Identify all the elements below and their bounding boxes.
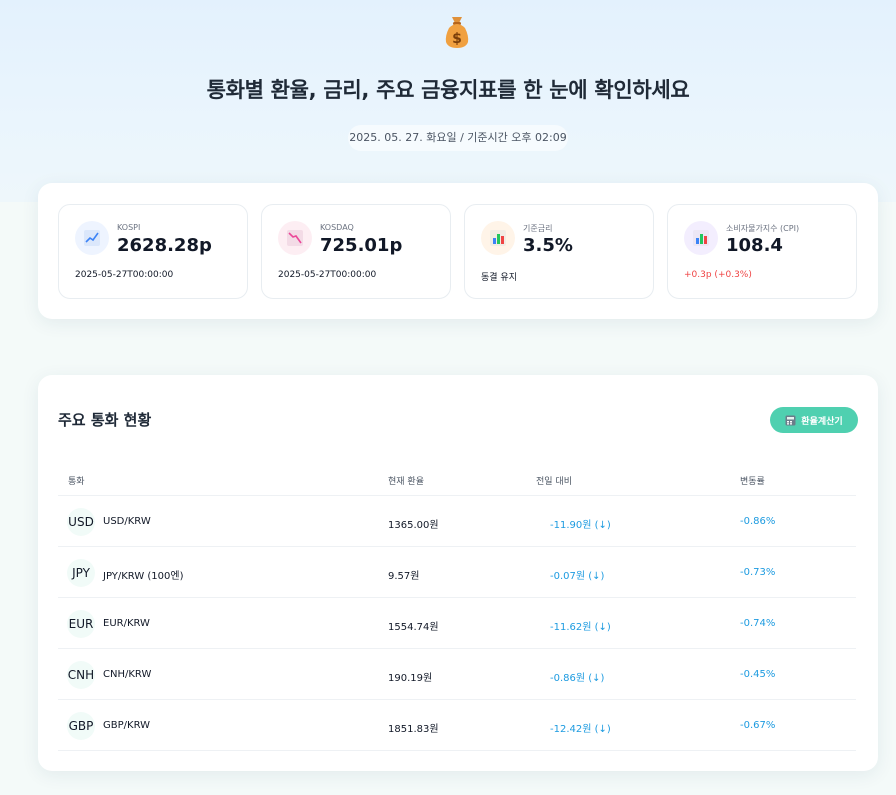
chart-up-icon (75, 221, 109, 255)
hero-banner: $ 통화별 환율, 금리, 주요 금융지표를 한 눈에 확인하세요 2025. … (0, 0, 896, 202)
change-rate: -0.67% (740, 720, 776, 731)
table-row[interactable]: JPY JPY/KRW (100엔) 9.57원 -0.07원 (↓) -0.7… (58, 547, 856, 598)
stat-card-cpi[interactable]: 소비자물가지수 (CPI) 108.4 +0.3p (+0.3%) (667, 204, 857, 299)
current-rate: 1365.00원 (388, 520, 439, 531)
indicator-summary-card: KOSPI 2628.28p 2025-05-27T00:00:00 KOSDA… (38, 183, 878, 319)
currency-code-badge: CNH (67, 661, 95, 689)
stat-value: 725.01p (320, 235, 403, 256)
column-header-rate: 현재 환율 (388, 477, 424, 487)
table-header: 통화 현재 환율 전일 대비 변동률 (58, 461, 856, 496)
currency-table: 통화 현재 환율 전일 대비 변동률 USD USD/KRW 1365.00원 … (58, 461, 856, 751)
date-badge: 2025. 05. 27. 화요일 / 기준시간 오후 02:09 (348, 125, 568, 151)
stat-card-kospi[interactable]: KOSPI 2628.28p 2025-05-27T00:00:00 (58, 204, 248, 299)
daily-diff: -12.42원 (↓) (550, 724, 611, 735)
daily-diff: -11.90원 (↓) (550, 520, 611, 531)
stat-value: 2628.28p (117, 235, 212, 256)
stat-name: KOSDAQ (320, 223, 354, 232)
stat-card-base-rate[interactable]: 기준금리 3.5% 동결 유지 (464, 204, 654, 299)
current-rate: 1851.83원 (388, 724, 439, 735)
section-title: 주요 통화 현황 (58, 411, 152, 429)
column-header-change: 변동률 (740, 477, 765, 487)
change-rate: -0.74% (740, 618, 776, 629)
column-header-currency: 통화 (68, 477, 85, 487)
stat-sub: +0.3p (+0.3%) (684, 270, 752, 280)
current-rate: 1554.74원 (388, 622, 439, 633)
table-row[interactable]: CNH CNH/KRW 190.19원 -0.86원 (↓) -0.45% (58, 649, 856, 700)
bar-chart-icon (481, 221, 515, 255)
currency-code-badge: GBP (67, 712, 95, 740)
change-rate: -0.45% (740, 669, 776, 680)
calculator-button-label: 환율계산기 (801, 416, 843, 427)
stat-name: 기준금리 (523, 224, 553, 233)
daily-diff: -0.07원 (↓) (550, 571, 605, 582)
exchange-calculator-button[interactable]: 환율계산기 (770, 407, 858, 433)
change-rate: -0.86% (740, 516, 776, 527)
table-row[interactable]: EUR EUR/KRW 1554.74원 -11.62원 (↓) -0.74% (58, 598, 856, 649)
daily-diff: -11.62원 (↓) (550, 622, 611, 633)
stat-card-kosdaq[interactable]: KOSDAQ 725.01p 2025-05-27T00:00:00 (261, 204, 451, 299)
current-rate: 190.19원 (388, 673, 433, 684)
stat-sub: 동결 유지 (481, 273, 517, 283)
currency-code-badge: USD (67, 508, 95, 536)
calculator-icon (785, 415, 796, 425)
stat-sub: 2025-05-27T00:00:00 (75, 270, 174, 280)
column-header-diff: 전일 대비 (536, 477, 572, 487)
money-bag-icon: $ (445, 17, 469, 48)
currency-pair: GBP/KRW (103, 720, 150, 731)
currency-pair: EUR/KRW (103, 618, 150, 629)
daily-diff: -0.86원 (↓) (550, 673, 605, 684)
stat-value: 3.5% (523, 235, 573, 256)
svg-text:$: $ (452, 31, 462, 47)
current-rate: 9.57원 (388, 571, 420, 582)
currency-pair: JPY/KRW (100엔) (103, 571, 184, 582)
currency-code-badge: EUR (67, 610, 95, 638)
currency-status-card: 주요 통화 현황 환율계산기 통화 현재 환율 전일 대비 변동률 USD US… (38, 375, 878, 771)
table-row[interactable]: GBP GBP/KRW 1851.83원 -12.42원 (↓) -0.67% (58, 700, 856, 751)
chart-down-icon (278, 221, 312, 255)
stat-name: KOSPI (117, 223, 141, 232)
currency-pair: CNH/KRW (103, 669, 152, 680)
table-row[interactable]: USD USD/KRW 1365.00원 -11.90원 (↓) -0.86% (58, 496, 856, 547)
page-title: 통화별 환율, 금리, 주요 금융지표를 한 눈에 확인하세요 (206, 78, 690, 102)
currency-pair: USD/KRW (103, 516, 151, 527)
stat-sub: 2025-05-27T00:00:00 (278, 270, 377, 280)
stat-value: 108.4 (726, 235, 783, 256)
stat-name: 소비자물가지수 (CPI) (726, 224, 800, 233)
change-rate: -0.73% (740, 567, 776, 578)
bar-chart-icon (684, 221, 718, 255)
currency-code-badge: JPY (67, 559, 95, 587)
